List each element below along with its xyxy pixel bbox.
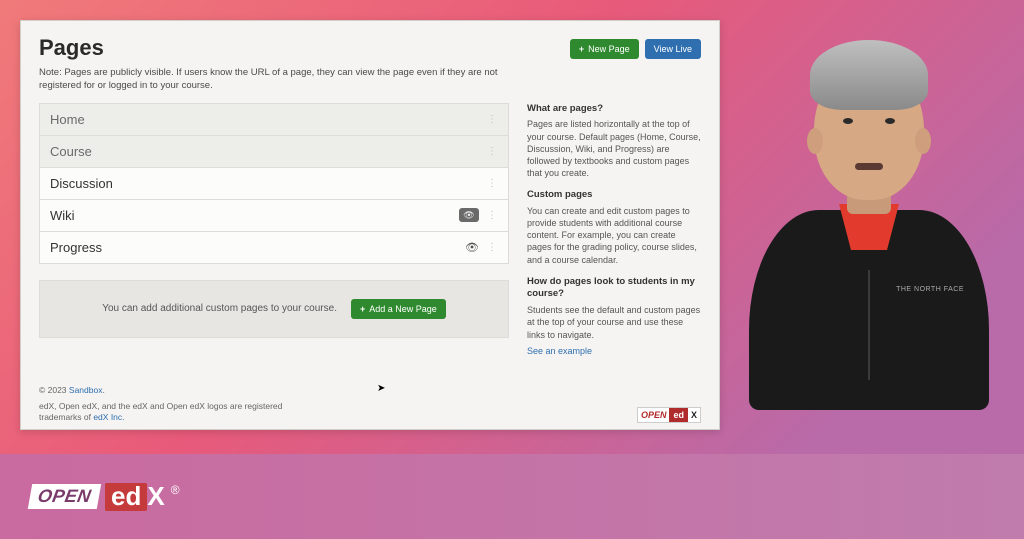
- trademark-prefix: edX, Open edX, and the edX and Open edX …: [39, 401, 282, 422]
- page-row-label: Home: [50, 112, 85, 127]
- page-row-actions: 👁⋮: [459, 208, 498, 222]
- presenter-ear: [915, 128, 931, 154]
- jacket-logo: THE NORTH FACE: [896, 286, 964, 294]
- badge-x: X: [688, 410, 700, 420]
- copyright-prefix: © 2023: [39, 385, 69, 395]
- presenter-ear: [807, 128, 823, 154]
- page-title: Pages: [39, 35, 104, 61]
- eye-icon[interactable]: 👁: [465, 241, 479, 254]
- plus-icon: +: [579, 44, 584, 54]
- page-row-actions: ⋮: [487, 146, 498, 157]
- view-live-button[interactable]: View Live: [645, 39, 701, 59]
- openedx-logo: OPEN edX ®: [30, 481, 180, 512]
- copyright-link[interactable]: Sandbox: [69, 385, 103, 395]
- add-page-panel: You can add additional custom pages to y…: [39, 280, 509, 338]
- studio-pages-window: Pages + New Page View Live Note: Pages a…: [20, 20, 720, 430]
- drag-handle-icon[interactable]: ⋮: [487, 242, 498, 253]
- page-row-label: Course: [50, 144, 92, 159]
- add-new-page-button[interactable]: + Add a New Page: [351, 299, 446, 319]
- pages-list: Home⋮Course⋮Discussion⋮Wiki👁⋮Progress👁⋮: [39, 103, 509, 264]
- presenter-eye: [843, 118, 853, 124]
- visibility-note: Note: Pages are publicly visible. If use…: [39, 67, 509, 93]
- video-stage: Pages + New Page View Live Note: Pages a…: [0, 0, 1024, 539]
- drag-handle-icon[interactable]: ⋮: [487, 146, 498, 157]
- cursor-icon: ➤: [377, 383, 385, 394]
- sidebar-text-look: Students see the default and custom page…: [527, 304, 701, 340]
- page-row-progress[interactable]: Progress👁⋮: [40, 232, 508, 263]
- page-row-wiki[interactable]: Wiki👁⋮: [40, 200, 508, 232]
- drag-handle-icon[interactable]: ⋮: [487, 178, 498, 189]
- footer-area: © 2023 Sandbox. edX, Open edX, and the e…: [39, 385, 701, 423]
- page-row-label: Discussion: [50, 176, 113, 191]
- footer-text: © 2023 Sandbox. edX, Open edX, and the e…: [39, 385, 299, 423]
- visibility-toggle-button[interactable]: 👁: [459, 208, 479, 222]
- sidebar-heading-what: What are pages?: [527, 103, 701, 116]
- presenter-figure: THE NORTH FACE: [744, 50, 994, 410]
- copyright-suffix: .: [102, 385, 104, 395]
- sidebar-heading-look: How do pages look to students in my cour…: [527, 276, 701, 302]
- presenter-eye: [885, 118, 895, 124]
- badge-open: OPEN: [638, 410, 670, 420]
- openedx-badge: OPEN ed X: [637, 407, 701, 423]
- trademark-link[interactable]: edX Inc.: [93, 412, 124, 422]
- page-row-actions: ⋮: [487, 178, 498, 189]
- page-row-home[interactable]: Home ⋮: [40, 104, 508, 136]
- brand-bar: OPEN edX ®: [0, 454, 1024, 539]
- body-row: Home⋮Course⋮Discussion⋮Wiki👁⋮Progress👁⋮ …: [39, 103, 701, 371]
- plus-icon: +: [360, 304, 365, 314]
- page-row-discussion[interactable]: Discussion ⋮: [40, 168, 508, 200]
- brand-open: OPEN: [28, 484, 101, 509]
- badge-ed: ed: [669, 408, 688, 422]
- page-row-course[interactable]: Course ⋮: [40, 136, 508, 168]
- brand-ed: ed: [105, 483, 147, 511]
- new-page-label: New Page: [588, 44, 630, 54]
- add-new-page-label: Add a New Page: [369, 304, 437, 314]
- left-column: Home⋮Course⋮Discussion⋮Wiki👁⋮Progress👁⋮ …: [39, 103, 509, 371]
- presenter-mouth: [855, 163, 883, 170]
- sidebar-heading-custom: Custom pages: [527, 189, 701, 202]
- brand-x: X: [147, 481, 164, 511]
- add-page-hint: You can add additional custom pages to y…: [102, 303, 337, 314]
- page-row-label: Progress: [50, 240, 102, 255]
- brand-edx: edX: [105, 481, 165, 512]
- new-page-button[interactable]: + New Page: [570, 39, 639, 59]
- view-live-label: View Live: [654, 44, 692, 54]
- drag-handle-icon[interactable]: ⋮: [487, 114, 498, 125]
- header-buttons: + New Page View Live: [570, 39, 701, 59]
- page-row-actions: 👁⋮: [465, 241, 498, 254]
- page-row-actions: ⋮: [487, 114, 498, 125]
- presenter-hair: [810, 40, 928, 110]
- sidebar-text-custom: You can create and edit custom pages to …: [527, 205, 701, 266]
- see-example-link[interactable]: See an example: [527, 346, 592, 356]
- page-row-label: Wiki: [50, 208, 75, 223]
- drag-handle-icon[interactable]: ⋮: [487, 210, 498, 221]
- sidebar-text-what: Pages are listed horizontally at the top…: [527, 118, 701, 179]
- presenter-zipper: [868, 270, 870, 380]
- header-row: Pages + New Page View Live: [39, 35, 701, 61]
- registered-icon: ®: [171, 483, 180, 497]
- help-sidebar: What are pages? Pages are listed horizon…: [527, 103, 701, 371]
